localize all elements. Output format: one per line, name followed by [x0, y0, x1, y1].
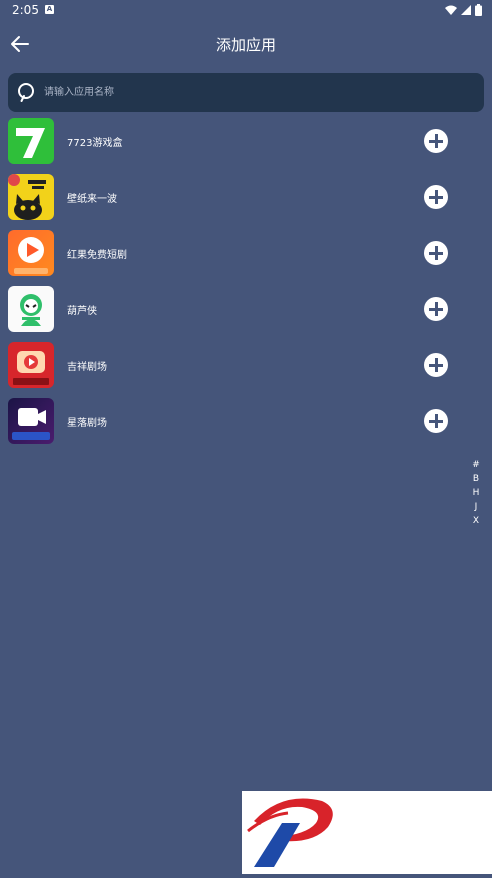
- signal-icon: [461, 5, 471, 15]
- index-letter[interactable]: #: [468, 458, 484, 472]
- index-letter[interactable]: J: [468, 500, 484, 514]
- app-name: 红果免费短剧: [67, 250, 127, 261]
- plus-circle-icon[interactable]: [424, 241, 448, 265]
- app-icon-7723: [8, 118, 54, 164]
- logo-icon: [247, 798, 333, 867]
- page-title: 添加应用: [215, 36, 276, 54]
- app-icon-hongguo: [8, 230, 54, 276]
- plus-circle-icon[interactable]: [424, 185, 448, 209]
- app-name: 葫芦侠: [67, 306, 97, 317]
- app-icon-xingluo: [8, 398, 54, 444]
- status-bar: 2:05 A: [0, 0, 492, 22]
- search-input[interactable]: [44, 83, 464, 101]
- list-item[interactable]: 葫芦侠: [0, 286, 492, 342]
- alphabet-index: # B H J X: [468, 458, 484, 528]
- app-bar: 添加应用: [0, 24, 492, 64]
- status-icons: [445, 4, 482, 16]
- app-icon-huluxia: [8, 286, 54, 332]
- app-list: 7723游戏盒 壁纸来一波 红果免费短剧 葫芦侠 吉祥剧场 星落剧场: [0, 118, 492, 454]
- app-name: 吉祥剧场: [67, 362, 107, 373]
- list-item[interactable]: 星落剧场: [0, 398, 492, 454]
- plus-circle-icon[interactable]: [424, 409, 448, 433]
- app-name: 7723游戏盒: [67, 138, 123, 149]
- list-item[interactable]: 7723游戏盒: [0, 118, 492, 174]
- list-item[interactable]: 吉祥剧场: [0, 342, 492, 398]
- index-letter[interactable]: X: [468, 514, 484, 528]
- index-letter[interactable]: H: [468, 486, 484, 500]
- watermark-logo: [242, 791, 492, 874]
- search-bar: [8, 73, 484, 112]
- list-item[interactable]: 壁纸来一波: [0, 174, 492, 230]
- plus-circle-icon[interactable]: [424, 353, 448, 377]
- wifi-icon: [445, 5, 457, 15]
- app-icon-jixiang: [8, 342, 54, 388]
- app-icon-wallpaper: [8, 174, 54, 220]
- list-item[interactable]: 红果免费短剧: [0, 230, 492, 286]
- battery-icon: [475, 4, 482, 16]
- app-name: 壁纸来一波: [67, 194, 117, 205]
- app-name: 星落剧场: [67, 418, 107, 429]
- plus-circle-icon[interactable]: [424, 129, 448, 153]
- search-icon: [18, 83, 34, 102]
- plus-circle-icon[interactable]: [424, 297, 448, 321]
- index-letter[interactable]: B: [468, 472, 484, 486]
- status-time: 2:05: [12, 3, 39, 17]
- notification-icon: A: [45, 5, 54, 14]
